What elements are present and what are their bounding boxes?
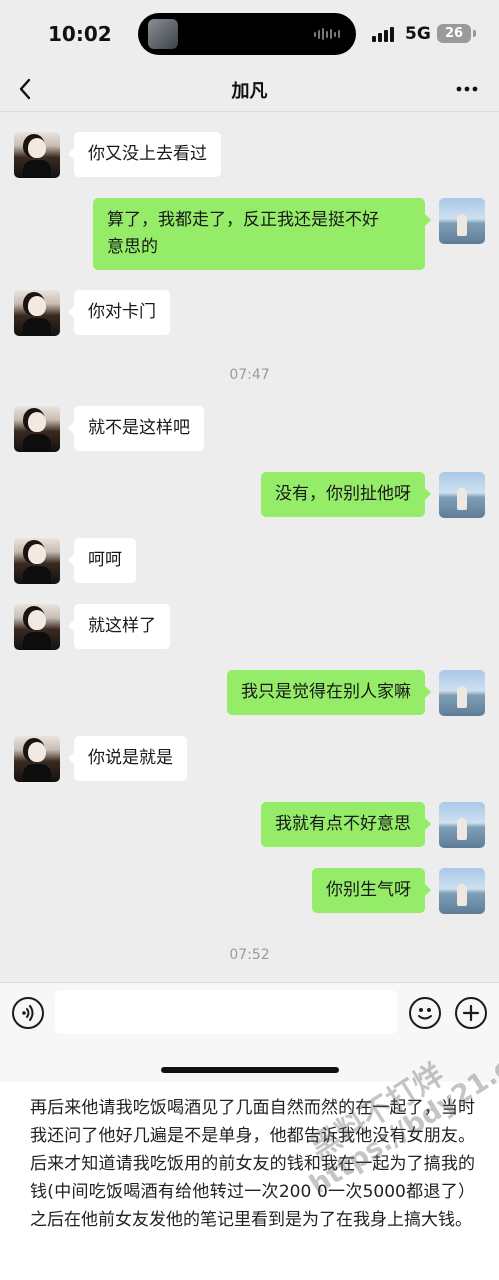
battery-icon: 26 (437, 24, 471, 43)
message-bubble-outgoing[interactable]: 你别生气呀 (312, 868, 431, 913)
contact-avatar[interactable] (14, 406, 60, 452)
my-avatar[interactable] (439, 868, 485, 914)
my-avatar[interactable] (439, 198, 485, 244)
plus-icon[interactable] (455, 997, 487, 1029)
caption-text: 再后来他请我吃饭喝酒见了几面自然而然的在一起了，当时我还问了他好几遍是不是单身，… (30, 1098, 475, 1230)
message-bubble-incoming[interactable]: 呵呵 (68, 538, 136, 583)
contact-avatar[interactable] (14, 604, 60, 650)
contact-avatar[interactable] (14, 736, 60, 782)
message-bubble-outgoing[interactable]: 没有，你别扯他呀 (261, 472, 431, 517)
home-indicator[interactable] (161, 1067, 339, 1073)
message-bubble-incoming[interactable]: 你对卡门 (68, 290, 170, 335)
message-bubble-incoming[interactable]: 你又没上去看过 (68, 132, 221, 177)
message-bubble-incoming[interactable]: 就不是这样吧 (68, 406, 204, 451)
contact-avatar[interactable] (14, 538, 60, 584)
my-avatar[interactable] (439, 472, 485, 518)
story-caption: 再后来他请我吃饭喝酒见了几面自然而然的在一起了，当时我还问了他好几遍是不是单身，… (0, 1082, 499, 1280)
signal-icon (372, 27, 394, 42)
contact-avatar[interactable] (14, 132, 60, 178)
contact-avatar[interactable] (14, 290, 60, 336)
now-playing-thumb (148, 19, 178, 49)
chat-navbar: 加凡 (0, 66, 499, 112)
voice-icon[interactable] (12, 997, 44, 1029)
emoji-icon[interactable] (409, 997, 441, 1029)
status-time: 10:02 (48, 22, 112, 46)
message-bubble-incoming[interactable]: 就这样了 (68, 604, 170, 649)
message-bubble-incoming[interactable]: 你说是就是 (68, 736, 187, 781)
chat-title: 加凡 (231, 81, 268, 102)
message-timestamp: 07:52 (229, 947, 270, 963)
my-avatar[interactable] (439, 670, 485, 716)
input-bar (0, 982, 499, 1082)
more-icon[interactable] (455, 78, 479, 100)
chat-area[interactable]: 你又没上去看过 算了，我都走了，反正我还是挺不好 意思的 你对卡门 07:47 … (0, 112, 499, 982)
message-bubble-outgoing[interactable]: 我就有点不好意思 (261, 802, 431, 847)
message-timestamp: 07:47 (229, 367, 270, 383)
dynamic-island[interactable] (138, 13, 356, 55)
audio-wave-icon (314, 28, 342, 40)
status-bar: 10:02 5G 26 (0, 0, 499, 66)
message-input[interactable] (55, 990, 397, 1034)
my-avatar[interactable] (439, 802, 485, 848)
message-bubble-outgoing[interactable]: 算了，我都走了，反正我还是挺不好 意思的 (93, 198, 431, 270)
network-type: 5G (405, 24, 431, 44)
battery-tip (473, 30, 476, 37)
message-bubble-outgoing[interactable]: 我只是觉得在别人家嘛 (227, 670, 431, 715)
